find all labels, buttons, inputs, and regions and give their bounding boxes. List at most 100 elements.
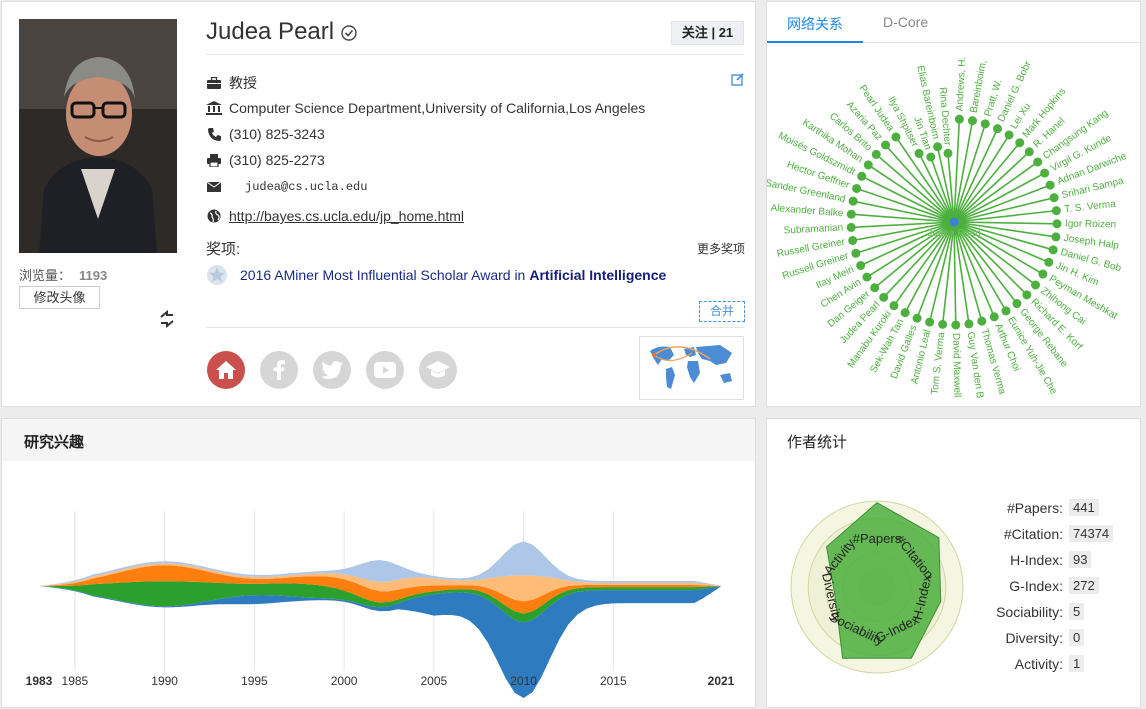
network-node[interactable]	[857, 171, 867, 181]
network-node[interactable]	[925, 317, 935, 327]
world-map[interactable]	[639, 336, 744, 400]
network-node[interactable]	[977, 316, 987, 326]
radar-axis-label: #Papers	[853, 531, 902, 546]
interests-header: 研究兴趣	[2, 419, 755, 461]
network-node[interactable]	[989, 312, 999, 322]
globe-icon	[206, 209, 222, 223]
network-node[interactable]	[846, 222, 856, 232]
network-node-label: Subramanian	[783, 222, 843, 236]
network-node[interactable]	[1044, 257, 1054, 267]
network-node[interactable]	[852, 183, 862, 193]
home-icon[interactable]	[207, 351, 245, 389]
network-node[interactable]	[938, 319, 948, 329]
youtube-icon[interactable]	[366, 351, 404, 389]
network-node[interactable]	[848, 235, 858, 245]
network-node[interactable]	[1052, 219, 1062, 229]
edit-avatar-button[interactable]: 修改头像	[19, 286, 100, 309]
network-node[interactable]	[1024, 147, 1034, 157]
network-node[interactable]	[889, 301, 899, 311]
network-node[interactable]	[943, 148, 953, 158]
stat-value: 441	[1069, 499, 1099, 516]
network-node[interactable]	[871, 149, 881, 159]
network-node[interactable]	[914, 148, 924, 158]
stat-row: Diversity: 0	[967, 628, 1127, 648]
network-node[interactable]	[1004, 130, 1014, 140]
network-node[interactable]	[879, 292, 889, 302]
stat-row: Sociability: 5	[967, 602, 1127, 622]
network-node[interactable]	[862, 272, 872, 282]
network-node[interactable]	[1040, 168, 1050, 178]
network-node[interactable]	[870, 283, 880, 293]
stat-row: H-Index: 93	[967, 550, 1127, 570]
network-node[interactable]	[1051, 206, 1061, 216]
stat-label: H-Index:	[1010, 552, 1063, 568]
network-node[interactable]	[1031, 280, 1041, 290]
affiliation-row: Computer Science Department,University o…	[206, 100, 645, 116]
network-node[interactable]	[1048, 245, 1058, 255]
network-tabs: 网络关系 D-Core	[767, 2, 1140, 43]
network-node[interactable]	[851, 248, 861, 258]
homepage-link[interactable]: http://bayes.cs.ucla.edu/jp_home.html	[229, 208, 464, 224]
tab-network[interactable]: 网络关系	[787, 14, 843, 34]
awards-title: 奖项:	[206, 241, 241, 258]
stat-value: 1	[1069, 655, 1085, 672]
x-tick-label: 1985	[62, 674, 89, 688]
network-node[interactable]	[1001, 306, 1011, 316]
stat-label: Diversity:	[1005, 630, 1063, 646]
interests-streamgraph[interactable]: Causal InferenceQuantitative Psychol...C…	[2, 461, 755, 707]
more-awards-link[interactable]: 更多奖项	[697, 240, 745, 257]
stat-label: #Papers:	[1006, 500, 1063, 516]
network-node[interactable]	[967, 116, 977, 126]
tab-dcore[interactable]: D-Core	[883, 14, 928, 30]
printer-icon	[206, 153, 222, 167]
network-node[interactable]	[1012, 299, 1022, 309]
network-node[interactable]	[926, 152, 936, 162]
swap-icon[interactable]	[157, 309, 177, 329]
x-tick-label: 2000	[331, 674, 358, 688]
network-node[interactable]	[1033, 157, 1043, 167]
network-node[interactable]	[980, 119, 990, 129]
network-node[interactable]	[1015, 138, 1025, 148]
author-stats-panel: 作者统计 #Papers #Citation H-Index G-Index Socia…	[766, 418, 1141, 708]
network-node[interactable]	[933, 142, 943, 152]
network-node[interactable]	[954, 114, 964, 124]
x-tick-label: 1995	[241, 674, 268, 688]
network-node[interactable]	[900, 308, 910, 318]
coauthor-network-graph[interactable]: Andrews, H. Bareinboim,Pratt, W.Daniel G.…	[767, 44, 1140, 408]
stat-row: #Papers: 441	[967, 498, 1127, 518]
facebook-icon[interactable]	[260, 351, 298, 389]
stats-radar-chart[interactable]: #Papers#CitationH-IndexG-IndexSociabilit…	[777, 497, 977, 697]
graduation-cap-icon[interactable]	[419, 351, 457, 389]
network-node[interactable]	[863, 160, 873, 170]
network-node[interactable]	[912, 313, 922, 323]
profile-panel: 浏览量： 1193 修改头像 Judea Pearl 关注 | 21 教授 Com…	[1, 1, 756, 407]
network-node-label: T. S. Verma	[1064, 199, 1117, 216]
network-node[interactable]	[846, 209, 856, 219]
network-node[interactable]	[951, 320, 961, 330]
stat-value: 93	[1069, 551, 1092, 568]
network-node[interactable]	[993, 124, 1003, 134]
network-node[interactable]	[964, 319, 974, 329]
network-node[interactable]	[1038, 269, 1048, 279]
network-node[interactable]	[1049, 193, 1059, 203]
stat-label: Activity:	[1014, 656, 1063, 672]
x-tick-label: 2005	[420, 674, 447, 688]
award-item[interactable]: 2016 AMiner Most Influential Scholar Awa…	[206, 264, 666, 286]
network-node[interactable]	[1022, 290, 1032, 300]
network-node[interactable]	[881, 140, 891, 150]
interests-title: 研究兴趣	[24, 434, 85, 451]
edit-icon[interactable]	[731, 72, 745, 91]
network-center-node[interactable]	[949, 217, 959, 227]
network-panel: 网络关系 D-Core Andrews, H. Bareinboim, Pratt,…	[766, 1, 1141, 407]
follow-button[interactable]: 关注 | 21	[671, 21, 744, 45]
network-node[interactable]	[891, 132, 901, 142]
view-count: 浏览量： 1193	[19, 268, 108, 283]
network-node[interactable]	[856, 261, 866, 271]
twitter-icon[interactable]	[313, 351, 351, 389]
network-node[interactable]	[1045, 180, 1055, 190]
x-tick-label: 2010	[510, 674, 537, 688]
envelope-icon	[206, 182, 222, 192]
network-node[interactable]	[1051, 232, 1061, 242]
merge-button[interactable]: 合并	[699, 301, 745, 322]
network-node[interactable]	[848, 196, 858, 206]
